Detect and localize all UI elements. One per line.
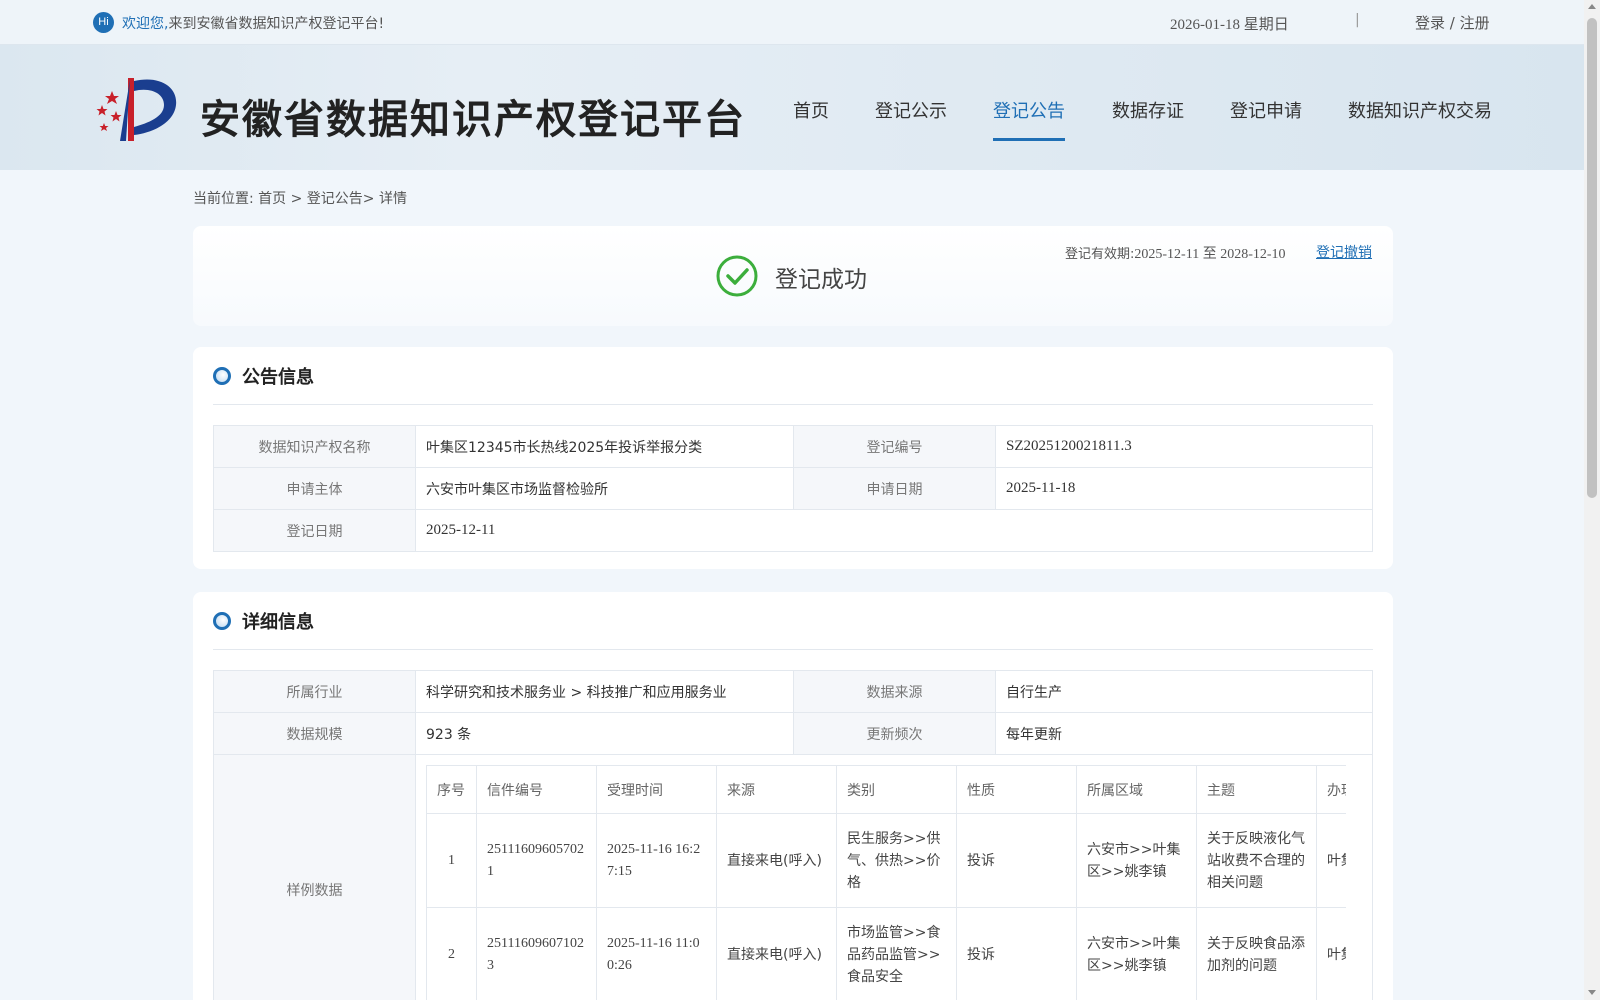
section-bullet-icon bbox=[213, 367, 231, 385]
table-row: 所属行业 科学研究和技术服务业 > 科技推广和应用服务业 数据来源 自行生产 bbox=[213, 670, 1373, 713]
section-title: 公告信息 bbox=[242, 367, 314, 388]
apply-date-value: 2025-11-18 bbox=[995, 467, 1373, 510]
col-header: 受理时间 bbox=[596, 765, 717, 814]
cell-accept-time: 2025-11-16 11:00:26 bbox=[596, 907, 717, 1000]
section-divider bbox=[213, 649, 1373, 650]
platform-logo-icon bbox=[96, 78, 177, 141]
hi-icon: Hi bbox=[93, 12, 114, 33]
data-scale-value: 923 条 bbox=[415, 712, 794, 755]
cell-source: 直接来电(呼入) bbox=[716, 813, 837, 908]
table-row: 1 251116096057021 2025-11-16 16:27:15 直接… bbox=[426, 813, 1346, 908]
apply-date-label: 申请日期 bbox=[793, 467, 996, 510]
col-header: 主题 bbox=[1196, 765, 1317, 814]
sample-table-scroll[interactable]: 序号 信件编号 受理时间 来源 类别 性质 所属区域 主题 办理 1 25111 bbox=[426, 765, 1346, 1000]
topbar-separator: | bbox=[1355, 12, 1360, 28]
cell-subject: 关于反映食品添加剂的问题 bbox=[1196, 907, 1317, 1000]
nav-registration-publicity[interactable]: 登记公示 bbox=[875, 97, 947, 123]
col-header: 来源 bbox=[716, 765, 837, 814]
site-header: 安徽省数据知识产权登记平台 首页 登记公示 登记公告 数据存证 登记申请 数据知… bbox=[0, 45, 1584, 170]
sample-data-row: 样例数据 序号 信件编号 受理时间 来源 类别 性质 所属区域 主题 办 1 2… bbox=[213, 755, 1373, 1000]
table-row: 2 251116096071023 2025-11-16 11:00:26 直接… bbox=[426, 907, 1346, 1000]
site-title: 安徽省数据知识产权登记平台 bbox=[200, 97, 746, 143]
validity-period: 登记有效期:2025-12-11 至 2028-12-10 bbox=[1065, 243, 1286, 263]
cell-handler: 叶集局 bbox=[1316, 813, 1346, 908]
registration-status-card: 登记成功 登记有效期:2025-12-11 至 2028-12-10 登记撤销 bbox=[193, 226, 1393, 326]
ip-name-value: 叶集区12345市长热线2025年投诉举报分类 bbox=[415, 425, 794, 468]
reg-date-value: 2025-12-11 bbox=[415, 509, 1373, 552]
col-header: 办理 bbox=[1316, 765, 1346, 814]
cell-region: 六安市>>叶集区>>姚李镇 bbox=[1076, 813, 1197, 908]
section-title: 详细信息 bbox=[242, 612, 314, 633]
industry-label: 所属行业 bbox=[213, 670, 416, 713]
cell-accept-time: 2025-11-16 16:27:15 bbox=[596, 813, 717, 908]
cell-region: 六安市>>叶集区>>姚李镇 bbox=[1076, 907, 1197, 1000]
validity-value: 2025-12-11 至 2028-12-10 bbox=[1134, 247, 1286, 262]
applicant-value: 六安市叶集区市场监督检验所 bbox=[415, 467, 794, 510]
scroll-down-arrow-icon[interactable] bbox=[1588, 990, 1596, 995]
announcement-table: 数据知识产权名称 叶集区12345市长热线2025年投诉举报分类 登记编号 SZ… bbox=[213, 425, 1373, 552]
update-frequency-label: 更新频次 bbox=[793, 712, 996, 755]
status-text: 登记成功 bbox=[775, 267, 867, 293]
cell-nature: 投诉 bbox=[956, 907, 1077, 1000]
applicant-label: 申请主体 bbox=[213, 467, 416, 510]
col-header: 类别 bbox=[836, 765, 957, 814]
table-row: 数据规模 923 条 更新频次 每年更新 bbox=[213, 712, 1373, 755]
industry-value: 科学研究和技术服务业 > 科技推广和应用服务业 bbox=[415, 670, 794, 713]
announcement-info-card: 公告信息 数据知识产权名称 叶集区12345市长热线2025年投诉举报分类 登记… bbox=[193, 347, 1393, 569]
col-header: 序号 bbox=[426, 765, 477, 814]
ip-name-label: 数据知识产权名称 bbox=[213, 425, 416, 468]
cell-category: 市场监管>>食品药品监管>>食品安全 bbox=[836, 907, 957, 1000]
scrollbar-thumb[interactable] bbox=[1587, 18, 1597, 498]
success-check-icon bbox=[716, 255, 758, 297]
breadcrumb: 当前位置: 首页 > 登记公告> 详情 bbox=[193, 191, 407, 207]
col-header: 所属区域 bbox=[1076, 765, 1197, 814]
sample-data-table: 序号 信件编号 受理时间 来源 类别 性质 所属区域 主题 办理 1 25111 bbox=[426, 765, 1346, 1000]
revoke-registration-link[interactable]: 登记撤销 bbox=[1316, 242, 1372, 262]
cell-letter-no: 251116096071023 bbox=[476, 907, 597, 1000]
data-source-value: 自行生产 bbox=[995, 670, 1373, 713]
update-frequency-value: 每年更新 bbox=[995, 712, 1373, 755]
reg-no-value: SZ2025120021811.3 bbox=[995, 425, 1373, 468]
current-date: 2026-01-18 星期日 bbox=[1170, 17, 1289, 33]
table-header-row: 序号 信件编号 受理时间 来源 类别 性质 所属区域 主题 办理 bbox=[426, 765, 1346, 814]
cell-index: 1 bbox=[426, 813, 477, 908]
sample-data-label: 样例数据 bbox=[214, 755, 416, 1000]
welcome-text: 欢迎您,来到安徽省数据知识产权登记平台! bbox=[122, 13, 384, 33]
cell-letter-no: 251116096057021 bbox=[476, 813, 597, 908]
welcome-rest: 来到安徽省数据知识产权登记平台! bbox=[168, 16, 385, 32]
data-scale-label: 数据规模 bbox=[213, 712, 416, 755]
nav-home[interactable]: 首页 bbox=[793, 97, 829, 123]
detail-table: 所属行业 科学研究和技术服务业 > 科技推广和应用服务业 数据来源 自行生产 数… bbox=[213, 670, 1373, 755]
welcome-accent: 欢迎您, bbox=[122, 16, 169, 32]
nav-active-underline bbox=[993, 138, 1065, 141]
login-register-link[interactable]: 登录 / 注册 bbox=[1415, 12, 1490, 33]
section-divider bbox=[213, 404, 1373, 405]
nav-data-evidence[interactable]: 数据存证 bbox=[1112, 97, 1184, 123]
cell-subject: 关于反映液化气站收费不合理的相关问题 bbox=[1196, 813, 1317, 908]
cell-category: 民生服务>>供气、供热>>价格 bbox=[836, 813, 957, 908]
table-row: 登记日期 2025-12-11 bbox=[213, 509, 1373, 552]
table-row: 数据知识产权名称 叶集区12345市长热线2025年投诉举报分类 登记编号 SZ… bbox=[213, 425, 1373, 468]
nav-registration-apply[interactable]: 登记申请 bbox=[1230, 97, 1302, 123]
col-header: 性质 bbox=[956, 765, 1077, 814]
nav-registration-announcement[interactable]: 登记公告 bbox=[993, 97, 1065, 123]
reg-no-label: 登记编号 bbox=[793, 425, 996, 468]
detail-info-card: 详细信息 所属行业 科学研究和技术服务业 > 科技推广和应用服务业 数据来源 自… bbox=[193, 592, 1393, 1000]
col-header: 信件编号 bbox=[476, 765, 597, 814]
cell-nature: 投诉 bbox=[956, 813, 1077, 908]
cell-index: 2 bbox=[426, 907, 477, 1000]
cell-handler: 叶集局 bbox=[1316, 907, 1346, 1000]
nav-ip-trading[interactable]: 数据知识产权交易 bbox=[1348, 97, 1492, 123]
cell-source: 直接来电(呼入) bbox=[716, 907, 837, 1000]
data-source-label: 数据来源 bbox=[793, 670, 996, 713]
scroll-up-arrow-icon[interactable] bbox=[1588, 4, 1596, 9]
top-bar: Hi 欢迎您,来到安徽省数据知识产权登记平台! 2026-01-18 星期日 |… bbox=[0, 0, 1584, 45]
reg-date-label: 登记日期 bbox=[213, 509, 416, 552]
section-bullet-icon bbox=[213, 612, 231, 630]
table-row: 申请主体 六安市叶集区市场监督检验所 申请日期 2025-11-18 bbox=[213, 467, 1373, 510]
validity-label: 登记有效期: bbox=[1065, 247, 1135, 262]
